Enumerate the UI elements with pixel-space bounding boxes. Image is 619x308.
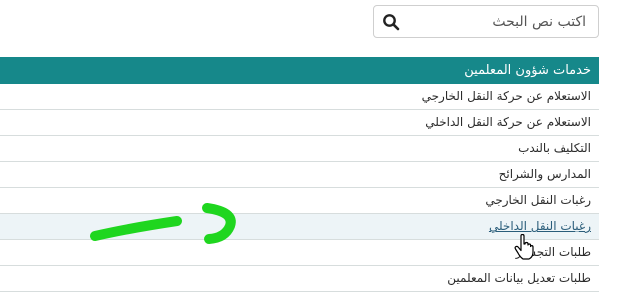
- search-icon[interactable]: [382, 13, 400, 31]
- menu-item-schools-and-segments[interactable]: المدارس والشرائح: [0, 162, 599, 188]
- menu-item-external-transfer-wishes[interactable]: رغبات النقل الخارجي: [0, 188, 599, 214]
- menu-item-label: الاستعلام عن حركة النقل الداخلي: [425, 115, 591, 129]
- search-input[interactable]: [414, 12, 588, 31]
- menu-item-label: الاستعلام عن حركة النقل الخارجي: [421, 89, 591, 103]
- menu-item-label: رغبات النقل الخارجي: [485, 193, 591, 207]
- menu-item-label: طلبات تعديل بيانات المعلمين: [447, 271, 591, 285]
- menu-item-internal-transfer-wishes[interactable]: رغبات النقل الداخلي: [0, 214, 599, 240]
- services-menu: الاستعلام عن حركة النقل الخارجي الاستعلا…: [0, 84, 599, 292]
- menu-item-external-transfer-inquiry[interactable]: الاستعلام عن حركة النقل الخارجي: [0, 84, 599, 110]
- menu-item-label: رغبات النقل الداخلي: [488, 219, 591, 233]
- menu-item-teacher-data-edit-requests[interactable]: طلبات تعديل بيانات المعلمين: [0, 266, 599, 292]
- page: خدمات شؤون المعلمين الاستعلام عن حركة ال…: [0, 0, 619, 308]
- menu-item-internal-transfer-inquiry[interactable]: الاستعلام عن حركة النقل الداخلي: [0, 110, 599, 136]
- menu-item-bridging-requests[interactable]: طلبات التجسير: [0, 240, 599, 266]
- menu-item-label: طلبات التجسير: [515, 245, 591, 259]
- search-box[interactable]: [373, 5, 599, 38]
- panel-title: خدمات شؤون المعلمين: [0, 57, 599, 84]
- menu-item-label: التكليف بالندب: [518, 141, 591, 155]
- menu-item-secondment-assignment[interactable]: التكليف بالندب: [0, 136, 599, 162]
- menu-item-label: المدارس والشرائح: [498, 167, 591, 181]
- teacher-services-panel: خدمات شؤون المعلمين الاستعلام عن حركة ال…: [0, 57, 599, 292]
